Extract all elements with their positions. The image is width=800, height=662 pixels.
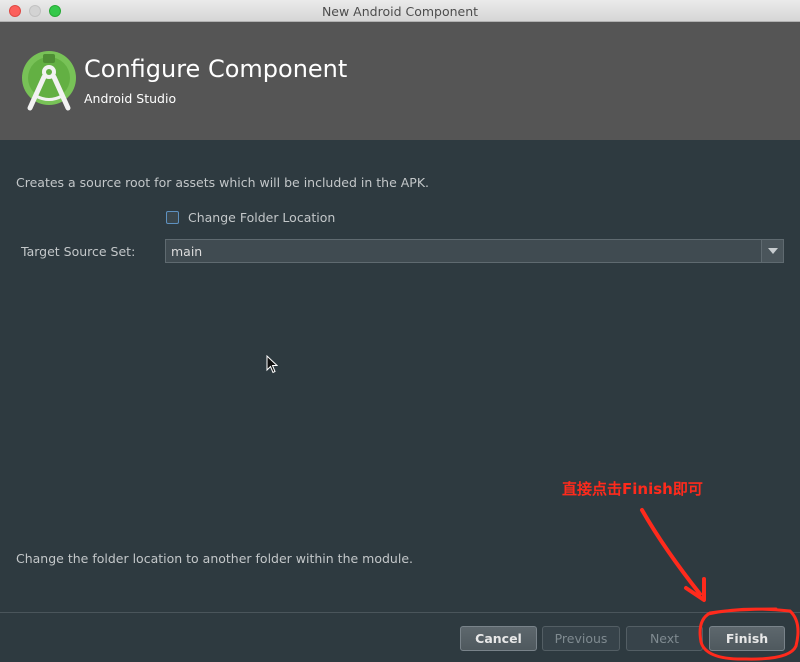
chevron-down-icon xyxy=(768,248,778,254)
android-studio-logo-icon xyxy=(22,51,76,111)
dialog-window: New Android Component Configure Componen… xyxy=(0,0,800,662)
target-source-set-label: Target Source Set: xyxy=(21,244,136,259)
footer-divider xyxy=(0,612,800,613)
previous-button[interactable]: Previous xyxy=(542,626,620,651)
dropdown-arrow-button[interactable] xyxy=(761,240,783,262)
change-folder-location-label[interactable]: Change Folder Location xyxy=(188,210,335,225)
component-description: Creates a source root for assets which w… xyxy=(16,175,430,190)
title-bar: New Android Component xyxy=(0,0,800,22)
checkbox-box[interactable] xyxy=(166,211,179,224)
next-button[interactable]: Next xyxy=(626,626,703,651)
wizard-header: Configure Component Android Studio xyxy=(0,22,800,140)
page-subtitle: Android Studio xyxy=(84,91,177,106)
page-title: Configure Component xyxy=(84,55,348,83)
target-source-set-dropdown[interactable]: main xyxy=(165,239,784,263)
annotation-circle-icon xyxy=(698,607,800,661)
mouse-cursor-icon xyxy=(266,355,278,374)
window-title: New Android Component xyxy=(321,4,479,19)
target-source-set-value: main xyxy=(171,244,203,259)
hint-text: Change the folder location to another fo… xyxy=(16,551,413,566)
annotation-text: 直接点击Finish即可 xyxy=(562,480,703,498)
cancel-button[interactable]: Cancel xyxy=(460,626,537,651)
annotation-arrow-icon xyxy=(640,508,706,602)
